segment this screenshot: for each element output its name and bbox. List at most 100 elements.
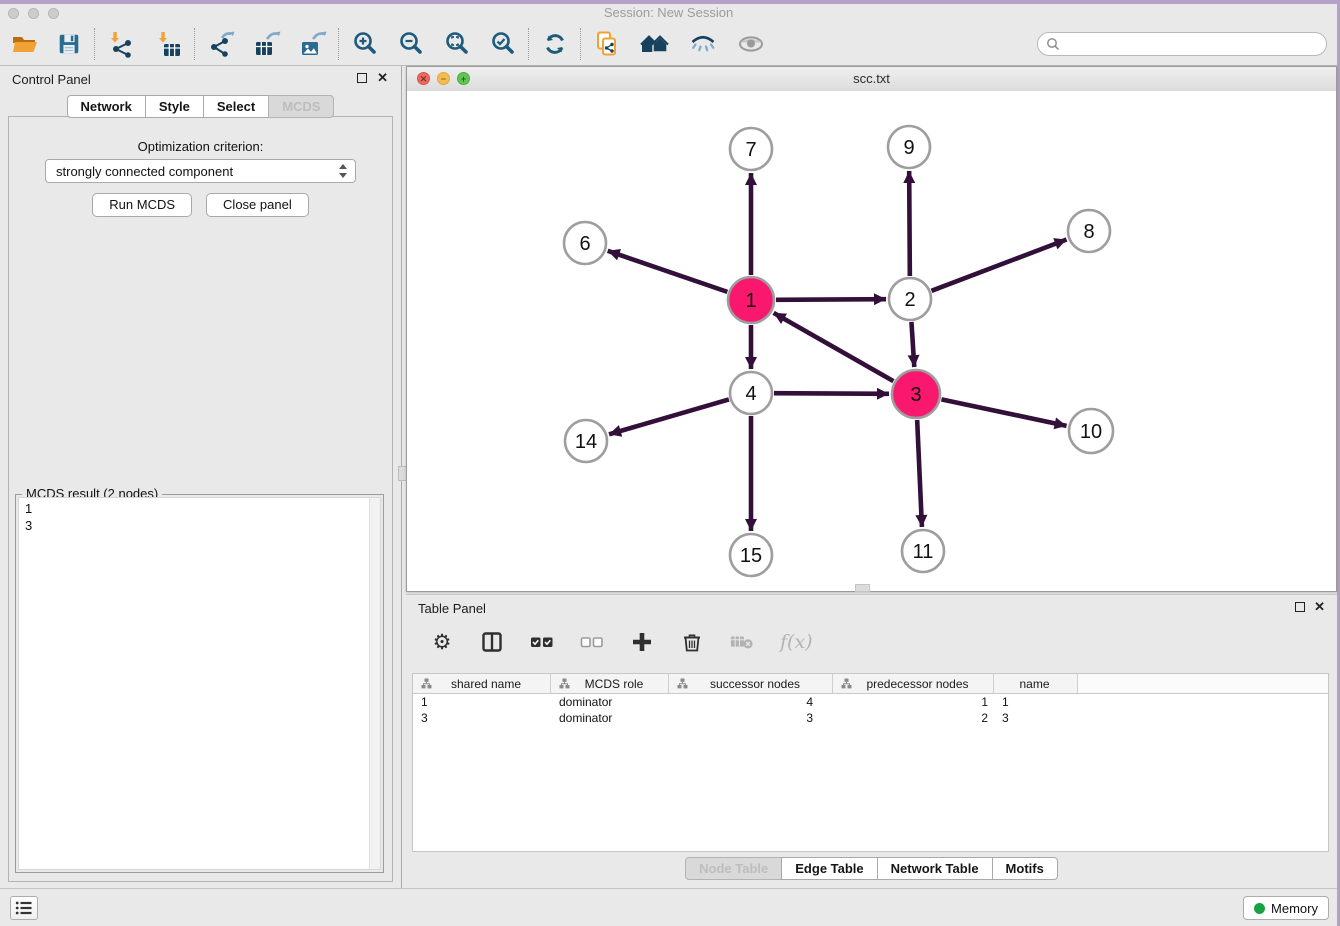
table-panel: Table Panel ✕ ⚙ f(x) (406, 594, 1337, 888)
home-layout-icon[interactable] (640, 29, 670, 59)
tab-node-table[interactable]: Node Table (685, 857, 782, 880)
search-field[interactable] (1037, 32, 1327, 56)
mcds-result-text: 1 3 (19, 498, 380, 536)
zoom-out-icon[interactable] (396, 29, 426, 59)
control-panel-float-button[interactable] (357, 73, 367, 83)
table-panel-close-icon[interactable]: ✕ (1314, 600, 1325, 614)
table-row[interactable]: 3dominator323 (413, 710, 1328, 726)
cell-r1-c1[interactable]: dominator (551, 711, 669, 725)
zoom-fit-icon[interactable] (442, 29, 472, 59)
node-table-header: shared name MCDS role successor nodes pr… (413, 674, 1328, 694)
cell-r0-c1[interactable]: dominator (551, 695, 669, 709)
export-image-icon[interactable] (298, 29, 328, 59)
cell-r1-c3[interactable]: 2 (833, 711, 994, 725)
network-canvas[interactable]: 7968124314101511 (407, 91, 1336, 591)
network-window-title: scc.txt (407, 71, 1336, 86)
task-history-button[interactable] (10, 896, 38, 920)
zoom-in-icon[interactable] (350, 29, 380, 59)
node-label-15: 15 (740, 545, 762, 567)
edge-1-2[interactable] (776, 299, 886, 300)
column-header-predecessor-nodes[interactable]: predecessor nodes (833, 674, 994, 693)
tab-motifs[interactable]: Motifs (992, 857, 1058, 880)
column-header-successor-nodes[interactable]: successor nodes (669, 674, 833, 693)
run-mcds-button[interactable]: Run MCDS (92, 193, 192, 217)
control-panel-close-icon[interactable]: ✕ (377, 71, 388, 85)
memory-status-icon (1254, 903, 1265, 914)
table-panel-tabs: Node Table Edge Table Network Table Moti… (406, 857, 1337, 880)
select-all-icon[interactable] (530, 630, 554, 654)
mcds-result-textarea[interactable]: 1 3 (18, 497, 381, 870)
network-window-titlebar[interactable]: ✕ − + scc.txt (407, 67, 1336, 92)
memory-button[interactable]: Memory (1243, 896, 1329, 920)
open-session-icon[interactable] (10, 29, 40, 59)
table-panel-title: Table Panel (418, 601, 486, 616)
group-icon (841, 678, 852, 689)
edge-2-8[interactable] (932, 240, 1067, 291)
edge-3-11[interactable] (917, 420, 922, 527)
add-column-icon[interactable] (630, 630, 654, 654)
table-row[interactable]: 1dominator411 (413, 694, 1328, 710)
cell-r1-c2[interactable]: 3 (669, 711, 833, 725)
export-network-icon[interactable] (206, 29, 236, 59)
table-splitter-grip[interactable] (855, 584, 870, 592)
memory-label: Memory (1271, 901, 1318, 916)
control-panel: Control Panel ✕ Network Style Select MCD… (0, 66, 402, 888)
save-session-icon[interactable] (54, 29, 84, 59)
zoom-selected-icon[interactable] (488, 29, 518, 59)
hide-details-icon[interactable] (688, 29, 718, 59)
node-label-7: 7 (745, 139, 756, 161)
edge-4-3[interactable] (774, 393, 889, 394)
cell-r0-c0[interactable]: 1 (413, 695, 551, 709)
show-details-icon[interactable] (736, 29, 766, 59)
edge-3-10[interactable] (941, 399, 1066, 425)
edge-2-9[interactable] (909, 171, 910, 276)
tab-edge-table[interactable]: Edge Table (781, 857, 877, 880)
edge-1-6[interactable] (608, 251, 728, 292)
refresh-layout-icon[interactable] (540, 29, 570, 59)
window-title: Session: New Session (0, 5, 1337, 20)
duplicate-network-icon[interactable] (592, 29, 622, 59)
mcds-result-scrollbar[interactable] (369, 498, 380, 869)
tab-mcds[interactable]: MCDS (268, 95, 334, 118)
delete-columns-icon[interactable] (680, 630, 704, 654)
table-toolbar: ⚙ f(x) (406, 621, 1337, 663)
node-label-2: 2 (904, 289, 915, 311)
criterion-dropdown[interactable]: strongly connected component (45, 159, 356, 183)
edge-4-14[interactable] (609, 399, 729, 434)
toggle-panel-layout-icon[interactable] (480, 630, 504, 654)
delete-table-icon[interactable] (730, 630, 754, 654)
cell-r0-c4[interactable]: 1 (994, 695, 1078, 709)
table-settings-icon[interactable]: ⚙ (430, 630, 454, 654)
column-header-shared-name[interactable]: shared name (413, 674, 551, 693)
import-network-icon[interactable] (106, 29, 136, 59)
node-table-body: 1dominator4113dominator323 (413, 694, 1328, 726)
node-label-8: 8 (1083, 221, 1094, 243)
tab-network-table[interactable]: Network Table (877, 857, 993, 880)
cell-r1-c4[interactable]: 3 (994, 711, 1078, 725)
application-window: Session: New Session (0, 4, 1337, 926)
export-table-icon[interactable] (252, 29, 282, 59)
node-label-4: 4 (745, 383, 756, 405)
tab-select[interactable]: Select (203, 95, 269, 118)
group-icon (677, 678, 688, 689)
cell-r1-c0[interactable]: 3 (413, 711, 551, 725)
node-label-14: 14 (575, 431, 597, 453)
column-header-name[interactable]: name (994, 674, 1078, 693)
close-panel-button[interactable]: Close panel (206, 193, 309, 217)
import-table-icon[interactable] (154, 29, 184, 59)
function-builder-icon[interactable]: f(x) (780, 630, 813, 654)
cell-r0-c3[interactable]: 1 (833, 695, 994, 709)
cell-r0-c2[interactable]: 4 (669, 695, 833, 709)
edge-2-3[interactable] (911, 322, 914, 367)
tab-network[interactable]: Network (67, 95, 146, 118)
tab-style[interactable]: Style (145, 95, 204, 118)
toolbar-separator (94, 28, 96, 60)
deselect-all-icon[interactable] (580, 630, 604, 654)
node-label-9: 9 (903, 137, 914, 159)
edge-3-1[interactable] (774, 313, 894, 381)
table-panel-float-button[interactable] (1295, 602, 1305, 612)
node-label-1: 1 (745, 290, 756, 312)
search-input[interactable] (1066, 35, 1318, 52)
group-icon (559, 678, 570, 689)
column-header-mcds-role[interactable]: MCDS role (551, 674, 669, 693)
